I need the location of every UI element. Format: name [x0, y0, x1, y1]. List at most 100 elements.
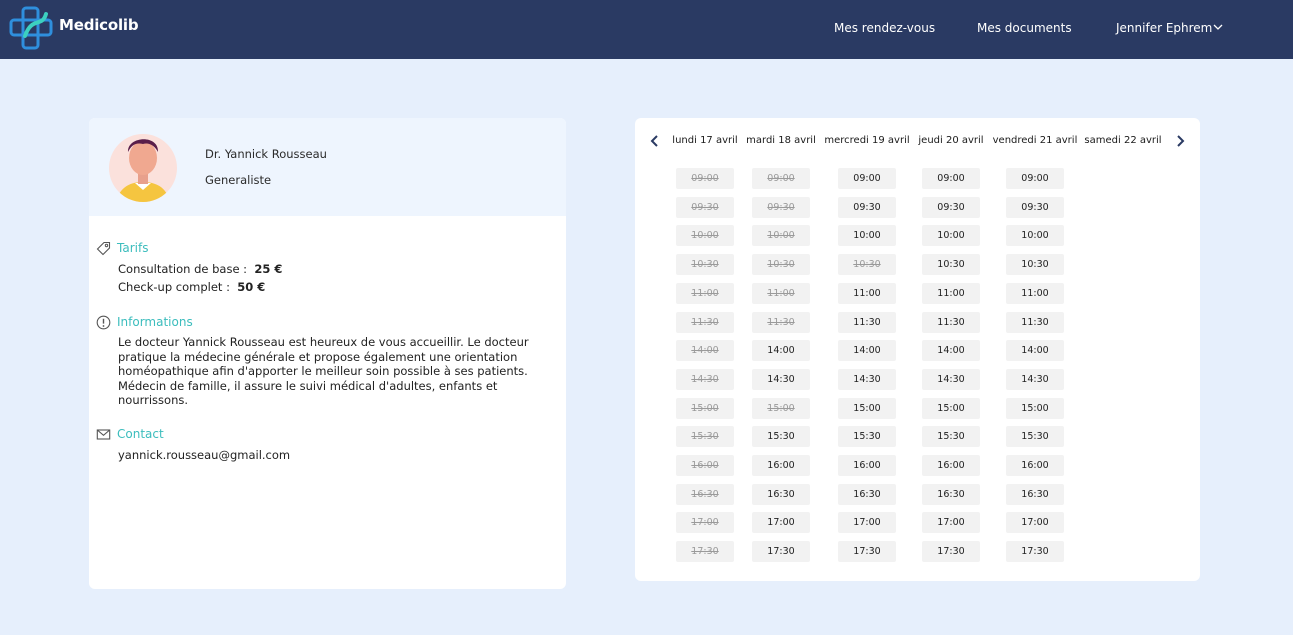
time-slot[interactable]: 17:00	[1006, 512, 1064, 533]
time-slot[interactable]: 17:30	[838, 541, 896, 562]
tarifs-title: Tarifs	[117, 241, 149, 255]
time-slot-unavailable: 11:00	[752, 283, 810, 304]
time-slot-unavailable: 17:30	[676, 541, 734, 562]
time-slot[interactable]: 17:00	[838, 512, 896, 533]
time-slot-unavailable: 09:00	[752, 168, 810, 189]
time-slot-unavailable: 15:00	[752, 398, 810, 419]
time-slot[interactable]: 11:00	[838, 283, 896, 304]
time-slot-unavailable: 09:30	[676, 197, 734, 218]
time-slot[interactable]: 16:30	[752, 484, 810, 505]
time-slot[interactable]: 14:00	[922, 340, 980, 361]
time-slot-unavailable: 10:00	[676, 225, 734, 246]
time-slot[interactable]: 11:30	[1006, 312, 1064, 333]
time-slot[interactable]: 11:00	[1006, 283, 1064, 304]
tarif-price: 25 €	[254, 262, 283, 276]
user-menu[interactable]: Jennifer Ephrem	[1116, 21, 1212, 35]
time-slot[interactable]: 17:30	[1006, 541, 1064, 562]
time-slot-unavailable: 15:00	[676, 398, 734, 419]
doctor-avatar	[109, 134, 177, 202]
time-slot-unavailable: 14:30	[676, 369, 734, 390]
time-slot[interactable]: 17:30	[922, 541, 980, 562]
mail-icon	[96, 429, 111, 440]
time-slot[interactable]: 11:00	[922, 283, 980, 304]
time-slot-unavailable: 16:00	[676, 455, 734, 476]
day-header: lundi 17 avril	[672, 135, 738, 146]
time-slot[interactable]: 16:00	[1006, 455, 1064, 476]
info-icon	[96, 315, 111, 330]
time-slot-unavailable: 11:00	[676, 283, 734, 304]
time-slot[interactable]: 16:00	[922, 455, 980, 476]
informations-text: Le docteur Yannick Rousseau est heureux …	[118, 335, 529, 407]
time-slot[interactable]: 14:00	[752, 340, 810, 361]
time-slot[interactable]: 14:30	[752, 369, 810, 390]
day-header: samedi 22 avril	[1084, 135, 1162, 146]
doctor-header: Dr. Yannick Rousseau Generaliste	[89, 118, 566, 216]
time-slot[interactable]: 09:00	[922, 168, 980, 189]
nav-mes-documents[interactable]: Mes documents	[977, 21, 1072, 35]
time-slot-unavailable: 11:30	[676, 312, 734, 333]
time-slot[interactable]: 15:30	[838, 426, 896, 447]
time-slot[interactable]: 10:00	[922, 225, 980, 246]
time-slot[interactable]: 15:30	[1006, 426, 1064, 447]
chevron-left-icon[interactable]	[648, 134, 662, 148]
day-header: jeudi 20 avril	[918, 135, 984, 146]
time-slot[interactable]: 09:30	[922, 197, 980, 218]
time-slot-unavailable: 14:00	[676, 340, 734, 361]
time-slot[interactable]: 09:30	[1006, 197, 1064, 218]
time-slot[interactable]: 16:30	[838, 484, 896, 505]
tarif-consultation: Consultation de base : 25 €	[118, 262, 282, 276]
brand-name[interactable]: Medicolib	[59, 16, 139, 34]
day-header: vendredi 21 avril	[992, 135, 1078, 146]
time-slot[interactable]: 16:00	[752, 455, 810, 476]
top-navbar: Medicolib Mes rendez-vous Mes documents …	[0, 0, 1293, 59]
time-slot[interactable]: 16:00	[838, 455, 896, 476]
day-header: mercredi 19 avril	[824, 135, 910, 146]
time-slot[interactable]: 11:30	[922, 312, 980, 333]
contact-email[interactable]: yannick.rousseau@gmail.com	[118, 448, 290, 462]
chevron-right-icon[interactable]	[1173, 134, 1187, 148]
time-slot[interactable]: 14:30	[1006, 369, 1064, 390]
time-slot[interactable]: 15:30	[752, 426, 810, 447]
time-slot[interactable]: 15:00	[1006, 398, 1064, 419]
time-slot[interactable]: 15:30	[922, 426, 980, 447]
time-slot[interactable]: 09:00	[838, 168, 896, 189]
nav-mes-rendez-vous[interactable]: Mes rendez-vous	[834, 21, 935, 35]
time-slot-unavailable: 11:30	[752, 312, 810, 333]
chevron-down-icon[interactable]	[1213, 23, 1223, 31]
medical-cross-logo-icon[interactable]	[8, 6, 56, 50]
time-slot[interactable]: 17:30	[752, 541, 810, 562]
time-slot-unavailable: 17:00	[676, 512, 734, 533]
time-slot[interactable]: 14:00	[838, 340, 896, 361]
time-slot[interactable]: 16:30	[1006, 484, 1064, 505]
time-slot[interactable]: 10:30	[922, 254, 980, 275]
time-slot[interactable]: 10:00	[838, 225, 896, 246]
time-slot[interactable]: 10:30	[1006, 254, 1064, 275]
time-slot[interactable]: 11:30	[838, 312, 896, 333]
time-slot[interactable]: 17:00	[752, 512, 810, 533]
time-slot-unavailable: 10:00	[752, 225, 810, 246]
time-slot[interactable]: 17:00	[922, 512, 980, 533]
time-slot-unavailable: 10:30	[676, 254, 734, 275]
time-slot[interactable]: 14:30	[922, 369, 980, 390]
tarif-label: Check-up complet :	[118, 280, 230, 294]
time-slot-unavailable: 09:30	[752, 197, 810, 218]
doctor-specialty: Generaliste	[205, 173, 272, 187]
time-slot-unavailable: 15:30	[676, 426, 734, 447]
time-slot[interactable]: 15:00	[838, 398, 896, 419]
tarif-checkup: Check-up complet : 50 €	[118, 280, 265, 294]
time-slot[interactable]: 14:30	[838, 369, 896, 390]
contact-title: Contact	[117, 427, 164, 441]
day-header: mardi 18 avril	[746, 135, 816, 146]
time-slot[interactable]: 10:00	[1006, 225, 1064, 246]
time-slot[interactable]: 15:00	[922, 398, 980, 419]
time-slot-unavailable: 10:30	[752, 254, 810, 275]
tarif-price: 50 €	[237, 280, 266, 294]
time-slot-unavailable: 16:30	[676, 484, 734, 505]
time-slot[interactable]: 14:00	[1006, 340, 1064, 361]
informations-title: Informations	[117, 315, 193, 329]
time-slot[interactable]: 09:00	[1006, 168, 1064, 189]
time-slot[interactable]: 16:30	[922, 484, 980, 505]
time-slot-unavailable: 10:30	[838, 254, 896, 275]
time-slot[interactable]: 09:30	[838, 197, 896, 218]
time-slot-unavailable: 09:00	[676, 168, 734, 189]
